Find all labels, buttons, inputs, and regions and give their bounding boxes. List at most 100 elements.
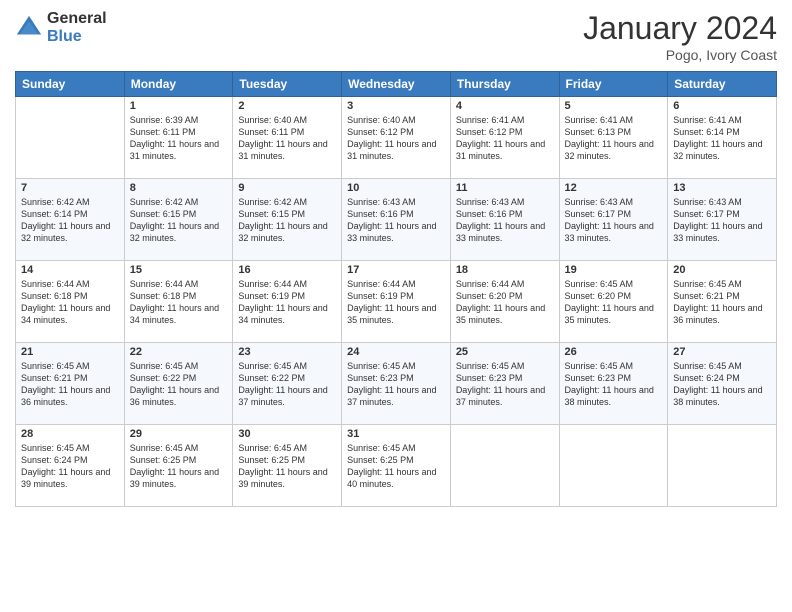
sunrise-text: Sunrise: 6:41 AM	[456, 115, 525, 125]
day-info: Sunrise: 6:42 AM Sunset: 6:15 PM Dayligh…	[238, 196, 336, 245]
day-number: 28	[21, 428, 119, 440]
day-number: 15	[130, 264, 228, 276]
day-number: 24	[347, 346, 445, 358]
sunset-text: Sunset: 6:12 PM	[347, 127, 414, 137]
sunset-text: Sunset: 6:16 PM	[456, 209, 523, 219]
daylight-text: Daylight: 11 hours and 31 minutes.	[130, 139, 219, 161]
sunset-text: Sunset: 6:17 PM	[565, 209, 632, 219]
sunset-text: Sunset: 6:25 PM	[130, 455, 197, 465]
day-info: Sunrise: 6:44 AM Sunset: 6:19 PM Dayligh…	[238, 278, 336, 327]
day-number: 16	[238, 264, 336, 276]
calendar-cell: 29 Sunrise: 6:45 AM Sunset: 6:25 PM Dayl…	[124, 425, 233, 507]
sunrise-text: Sunrise: 6:42 AM	[21, 197, 90, 207]
calendar-header-row: SundayMondayTuesdayWednesdayThursdayFrid…	[16, 72, 777, 97]
day-info: Sunrise: 6:45 AM Sunset: 6:23 PM Dayligh…	[456, 360, 554, 409]
sunrise-text: Sunrise: 6:41 AM	[565, 115, 634, 125]
day-info: Sunrise: 6:44 AM Sunset: 6:19 PM Dayligh…	[347, 278, 445, 327]
sunset-text: Sunset: 6:23 PM	[565, 373, 632, 383]
sunrise-text: Sunrise: 6:40 AM	[238, 115, 307, 125]
calendar-day-header: Sunday	[16, 72, 125, 97]
day-number: 22	[130, 346, 228, 358]
sunset-text: Sunset: 6:24 PM	[21, 455, 88, 465]
calendar-cell	[16, 97, 125, 179]
sunset-text: Sunset: 6:11 PM	[238, 127, 304, 137]
sunrise-text: Sunrise: 6:45 AM	[347, 361, 416, 371]
calendar-cell: 27 Sunrise: 6:45 AM Sunset: 6:24 PM Dayl…	[668, 343, 777, 425]
daylight-text: Daylight: 11 hours and 32 minutes.	[130, 221, 219, 243]
day-number: 20	[673, 264, 771, 276]
day-number: 19	[565, 264, 663, 276]
calendar-cell: 30 Sunrise: 6:45 AM Sunset: 6:25 PM Dayl…	[233, 425, 342, 507]
daylight-text: Daylight: 11 hours and 33 minutes.	[673, 221, 762, 243]
sunset-text: Sunset: 6:20 PM	[456, 291, 523, 301]
day-number: 6	[673, 100, 771, 112]
sunrise-text: Sunrise: 6:40 AM	[347, 115, 416, 125]
calendar-cell: 19 Sunrise: 6:45 AM Sunset: 6:20 PM Dayl…	[559, 261, 668, 343]
calendar-day-header: Tuesday	[233, 72, 342, 97]
calendar: SundayMondayTuesdayWednesdayThursdayFrid…	[15, 71, 777, 507]
daylight-text: Daylight: 11 hours and 34 minutes.	[130, 303, 219, 325]
day-number: 31	[347, 428, 445, 440]
sunrise-text: Sunrise: 6:45 AM	[347, 443, 416, 453]
daylight-text: Daylight: 11 hours and 35 minutes.	[347, 303, 436, 325]
calendar-cell: 17 Sunrise: 6:44 AM Sunset: 6:19 PM Dayl…	[342, 261, 451, 343]
day-info: Sunrise: 6:45 AM Sunset: 6:25 PM Dayligh…	[347, 442, 445, 491]
calendar-cell: 21 Sunrise: 6:45 AM Sunset: 6:21 PM Dayl…	[16, 343, 125, 425]
day-info: Sunrise: 6:43 AM Sunset: 6:16 PM Dayligh…	[347, 196, 445, 245]
sunrise-text: Sunrise: 6:43 AM	[456, 197, 525, 207]
sunrise-text: Sunrise: 6:43 AM	[347, 197, 416, 207]
sunset-text: Sunset: 6:19 PM	[238, 291, 305, 301]
daylight-text: Daylight: 11 hours and 32 minutes.	[238, 221, 327, 243]
sunset-text: Sunset: 6:23 PM	[456, 373, 523, 383]
calendar-cell: 16 Sunrise: 6:44 AM Sunset: 6:19 PM Dayl…	[233, 261, 342, 343]
sunset-text: Sunset: 6:15 PM	[238, 209, 305, 219]
calendar-cell: 1 Sunrise: 6:39 AM Sunset: 6:11 PM Dayli…	[124, 97, 233, 179]
day-info: Sunrise: 6:41 AM Sunset: 6:12 PM Dayligh…	[456, 114, 554, 163]
day-number: 9	[238, 182, 336, 194]
daylight-text: Daylight: 11 hours and 32 minutes.	[21, 221, 110, 243]
calendar-cell: 2 Sunrise: 6:40 AM Sunset: 6:11 PM Dayli…	[233, 97, 342, 179]
calendar-cell	[668, 425, 777, 507]
day-info: Sunrise: 6:45 AM Sunset: 6:23 PM Dayligh…	[347, 360, 445, 409]
calendar-cell: 18 Sunrise: 6:44 AM Sunset: 6:20 PM Dayl…	[450, 261, 559, 343]
sunrise-text: Sunrise: 6:39 AM	[130, 115, 199, 125]
day-info: Sunrise: 6:45 AM Sunset: 6:23 PM Dayligh…	[565, 360, 663, 409]
calendar-week-row: 14 Sunrise: 6:44 AM Sunset: 6:18 PM Dayl…	[16, 261, 777, 343]
calendar-week-row: 21 Sunrise: 6:45 AM Sunset: 6:21 PM Dayl…	[16, 343, 777, 425]
calendar-cell	[559, 425, 668, 507]
calendar-week-row: 7 Sunrise: 6:42 AM Sunset: 6:14 PM Dayli…	[16, 179, 777, 261]
daylight-text: Daylight: 11 hours and 36 minutes.	[130, 385, 219, 407]
sunrise-text: Sunrise: 6:42 AM	[238, 197, 307, 207]
calendar-cell: 8 Sunrise: 6:42 AM Sunset: 6:15 PM Dayli…	[124, 179, 233, 261]
calendar-cell: 6 Sunrise: 6:41 AM Sunset: 6:14 PM Dayli…	[668, 97, 777, 179]
day-info: Sunrise: 6:43 AM Sunset: 6:17 PM Dayligh…	[565, 196, 663, 245]
calendar-cell: 9 Sunrise: 6:42 AM Sunset: 6:15 PM Dayli…	[233, 179, 342, 261]
calendar-day-header: Saturday	[668, 72, 777, 97]
day-number: 11	[456, 182, 554, 194]
sunrise-text: Sunrise: 6:45 AM	[238, 443, 307, 453]
day-number: 17	[347, 264, 445, 276]
sunset-text: Sunset: 6:25 PM	[347, 455, 414, 465]
calendar-cell: 26 Sunrise: 6:45 AM Sunset: 6:23 PM Dayl…	[559, 343, 668, 425]
day-info: Sunrise: 6:39 AM Sunset: 6:11 PM Dayligh…	[130, 114, 228, 163]
calendar-day-header: Monday	[124, 72, 233, 97]
day-number: 4	[456, 100, 554, 112]
logo-text: General Blue	[47, 10, 107, 45]
day-info: Sunrise: 6:44 AM Sunset: 6:20 PM Dayligh…	[456, 278, 554, 327]
sunset-text: Sunset: 6:18 PM	[130, 291, 197, 301]
calendar-cell: 25 Sunrise: 6:45 AM Sunset: 6:23 PM Dayl…	[450, 343, 559, 425]
daylight-text: Daylight: 11 hours and 31 minutes.	[238, 139, 327, 161]
daylight-text: Daylight: 11 hours and 33 minutes.	[456, 221, 545, 243]
sunrise-text: Sunrise: 6:45 AM	[238, 361, 307, 371]
day-number: 21	[21, 346, 119, 358]
sunset-text: Sunset: 6:21 PM	[21, 373, 88, 383]
sunrise-text: Sunrise: 6:44 AM	[347, 279, 416, 289]
sunrise-text: Sunrise: 6:44 AM	[21, 279, 90, 289]
logo: General Blue	[15, 10, 107, 45]
day-number: 25	[456, 346, 554, 358]
day-number: 14	[21, 264, 119, 276]
calendar-cell: 14 Sunrise: 6:44 AM Sunset: 6:18 PM Dayl…	[16, 261, 125, 343]
day-number: 2	[238, 100, 336, 112]
sunset-text: Sunset: 6:20 PM	[565, 291, 632, 301]
calendar-cell: 10 Sunrise: 6:43 AM Sunset: 6:16 PM Dayl…	[342, 179, 451, 261]
